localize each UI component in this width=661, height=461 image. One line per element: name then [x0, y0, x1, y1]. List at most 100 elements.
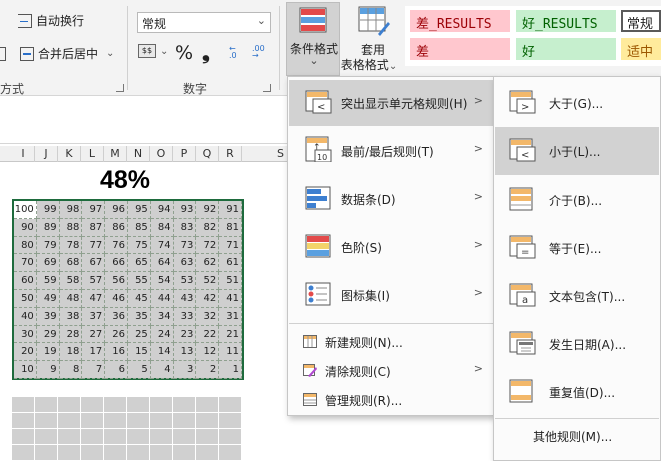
grid-cell[interactable]: 67 — [82, 254, 106, 273]
grid-cell[interactable]: 55 — [128, 272, 151, 290]
grid-cell[interactable]: 30 — [14, 325, 37, 344]
grid-cell[interactable]: 46 — [105, 290, 128, 308]
grid-cell[interactable]: 75 — [128, 236, 151, 255]
grid-cell[interactable]: 79 — [36, 236, 60, 255]
column-header[interactable]: P — [173, 146, 196, 162]
menu-duplicate-values[interactable]: 重复值(D)... — [495, 369, 659, 415]
grid-cell[interactable]: 98 — [59, 201, 83, 219]
column-header[interactable]: O — [150, 146, 173, 162]
style-bad-results[interactable]: 差_RESULTS — [410, 10, 510, 32]
grid-cell[interactable]: 36 — [105, 307, 128, 326]
number-format-select[interactable]: 常规 ⌄ — [137, 12, 271, 33]
grid-cell[interactable]: 62 — [196, 254, 220, 273]
grid-cell[interactable]: 16 — [105, 343, 128, 362]
blank-grid-cell[interactable] — [12, 429, 34, 444]
column-header[interactable]: J — [35, 146, 58, 162]
grid-cell[interactable]: 27 — [82, 325, 106, 344]
style-bad[interactable]: 差 — [410, 38, 510, 60]
blank-grid-cell[interactable] — [12, 445, 34, 460]
grid-cell[interactable]: 92 — [196, 201, 220, 219]
grid-cell[interactable]: 70 — [14, 254, 37, 273]
grid-cell[interactable]: 96 — [105, 201, 128, 219]
grid-cell[interactable]: 43 — [173, 290, 197, 308]
grid-cell[interactable]: 60 — [14, 272, 37, 290]
blank-grid-cell[interactable] — [173, 445, 195, 460]
grid-cell[interactable]: 83 — [173, 218, 197, 237]
grid-cell[interactable]: 11 — [219, 343, 242, 362]
blank-grid-cell[interactable] — [58, 397, 80, 412]
grid-cell[interactable]: 17 — [82, 343, 106, 362]
menu-new-rule[interactable]: 新建规则(N)... — [289, 329, 493, 355]
number-launcher-icon[interactable] — [263, 84, 271, 92]
blank-grid-cell[interactable] — [127, 429, 149, 444]
grid-cell[interactable]: 77 — [82, 236, 106, 255]
grid-cell[interactable]: 35 — [128, 307, 151, 326]
blank-grid-cell[interactable] — [196, 445, 218, 460]
selected-range[interactable]: 100 99 98 97 96 95 94 93 92 91 90 89 88 87 86 85 84 83 82 8… — [12, 199, 244, 380]
blank-grid-cell[interactable] — [150, 429, 172, 444]
blank-grid-cell[interactable] — [104, 429, 126, 444]
grid-cell[interactable]: 86 — [105, 218, 128, 237]
accounting-format-button[interactable]: $$ ⌄ — [138, 44, 168, 58]
blank-grid-cell[interactable] — [196, 429, 218, 444]
grid-cell[interactable]: 69 — [36, 254, 60, 273]
grid-cell[interactable]: 78 — [59, 236, 83, 255]
blank-grid-cell[interactable] — [104, 413, 126, 428]
grid-cell[interactable]: 29 — [36, 325, 60, 344]
grid-cell[interactable]: 85 — [128, 218, 151, 237]
grid-cell[interactable]: 97 — [82, 201, 106, 219]
blank-grid-cell[interactable] — [104, 445, 126, 460]
grid-cell[interactable]: 84 — [150, 218, 174, 237]
menu-more-rules[interactable]: 其他规则(M)... — [495, 423, 659, 449]
column-header[interactable]: N — [127, 146, 150, 162]
grid-cell[interactable]: 5 — [128, 361, 151, 379]
blank-grid-cell[interactable] — [173, 397, 195, 412]
menu-less-than[interactable]: < 小于(L)... — [495, 127, 659, 175]
blank-grid-cell[interactable] — [35, 397, 57, 412]
merge-center-button[interactable]: 合并后居中 ⌄ — [0, 45, 114, 62]
grid-cell[interactable]: 13 — [173, 343, 197, 362]
blank-grid-cell[interactable] — [173, 429, 195, 444]
grid-cell[interactable]: 58 — [59, 272, 83, 290]
blank-grid-cell[interactable] — [58, 445, 80, 460]
grid-cell[interactable]: 50 — [14, 290, 37, 308]
blank-grid-cell[interactable] — [196, 413, 218, 428]
grid-cell[interactable]: 93 — [173, 201, 197, 219]
blank-grid-cell[interactable] — [150, 413, 172, 428]
grid-cell[interactable]: 34 — [150, 307, 174, 326]
grid-cell[interactable]: 72 — [196, 236, 220, 255]
column-header[interactable]: L — [81, 146, 104, 162]
grid-cell[interactable]: 26 — [105, 325, 128, 344]
grid-cell[interactable]: 89 — [36, 218, 60, 237]
wrap-text-button[interactable]: 自动换行 — [0, 12, 84, 29]
blank-grid-cell[interactable] — [35, 429, 57, 444]
menu-equal-to[interactable]: = 等于(E)... — [495, 225, 659, 271]
grid-cell[interactable]: 28 — [59, 325, 83, 344]
grid-cell[interactable]: 51 — [219, 272, 242, 290]
grid-cell[interactable]: 74 — [150, 236, 174, 255]
style-normal[interactable]: 常规 — [621, 10, 661, 32]
grid-cell[interactable]: 31 — [219, 307, 242, 326]
grid-cell[interactable]: 59 — [36, 272, 60, 290]
grid-cell[interactable]: 57 — [82, 272, 106, 290]
column-header[interactable]: M — [104, 146, 127, 162]
menu-top-bottom-rules[interactable]: ↑ 10 最前/最后规则(T) > — [289, 128, 493, 174]
menu-manage-rules[interactable]: 管理规则(R)... — [289, 387, 493, 413]
grid-cell[interactable]: 22 — [196, 325, 220, 344]
blank-grid-cell[interactable] — [219, 445, 241, 460]
grid-cell[interactable]: 54 — [150, 272, 174, 290]
grid-cell[interactable]: 56 — [105, 272, 128, 290]
decrease-decimal-button[interactable]: .00 → — [252, 45, 268, 60]
grid-cell[interactable]: 100 — [14, 201, 37, 219]
grid-cell[interactable]: 63 — [173, 254, 197, 273]
grid-cell[interactable]: 65 — [128, 254, 151, 273]
grid-cell[interactable]: 33 — [173, 307, 197, 326]
grid-cell[interactable]: 19 — [36, 343, 60, 362]
grid-cell[interactable]: 41 — [219, 290, 242, 308]
increase-decimal-button[interactable]: ← .0 — [229, 45, 245, 60]
grid-cell[interactable]: 38 — [59, 307, 83, 326]
grid-cell[interactable]: 45 — [128, 290, 151, 308]
blank-grid-cell[interactable] — [196, 397, 218, 412]
grid-cell[interactable]: 2 — [196, 361, 220, 379]
grid-cell[interactable]: 66 — [105, 254, 128, 273]
